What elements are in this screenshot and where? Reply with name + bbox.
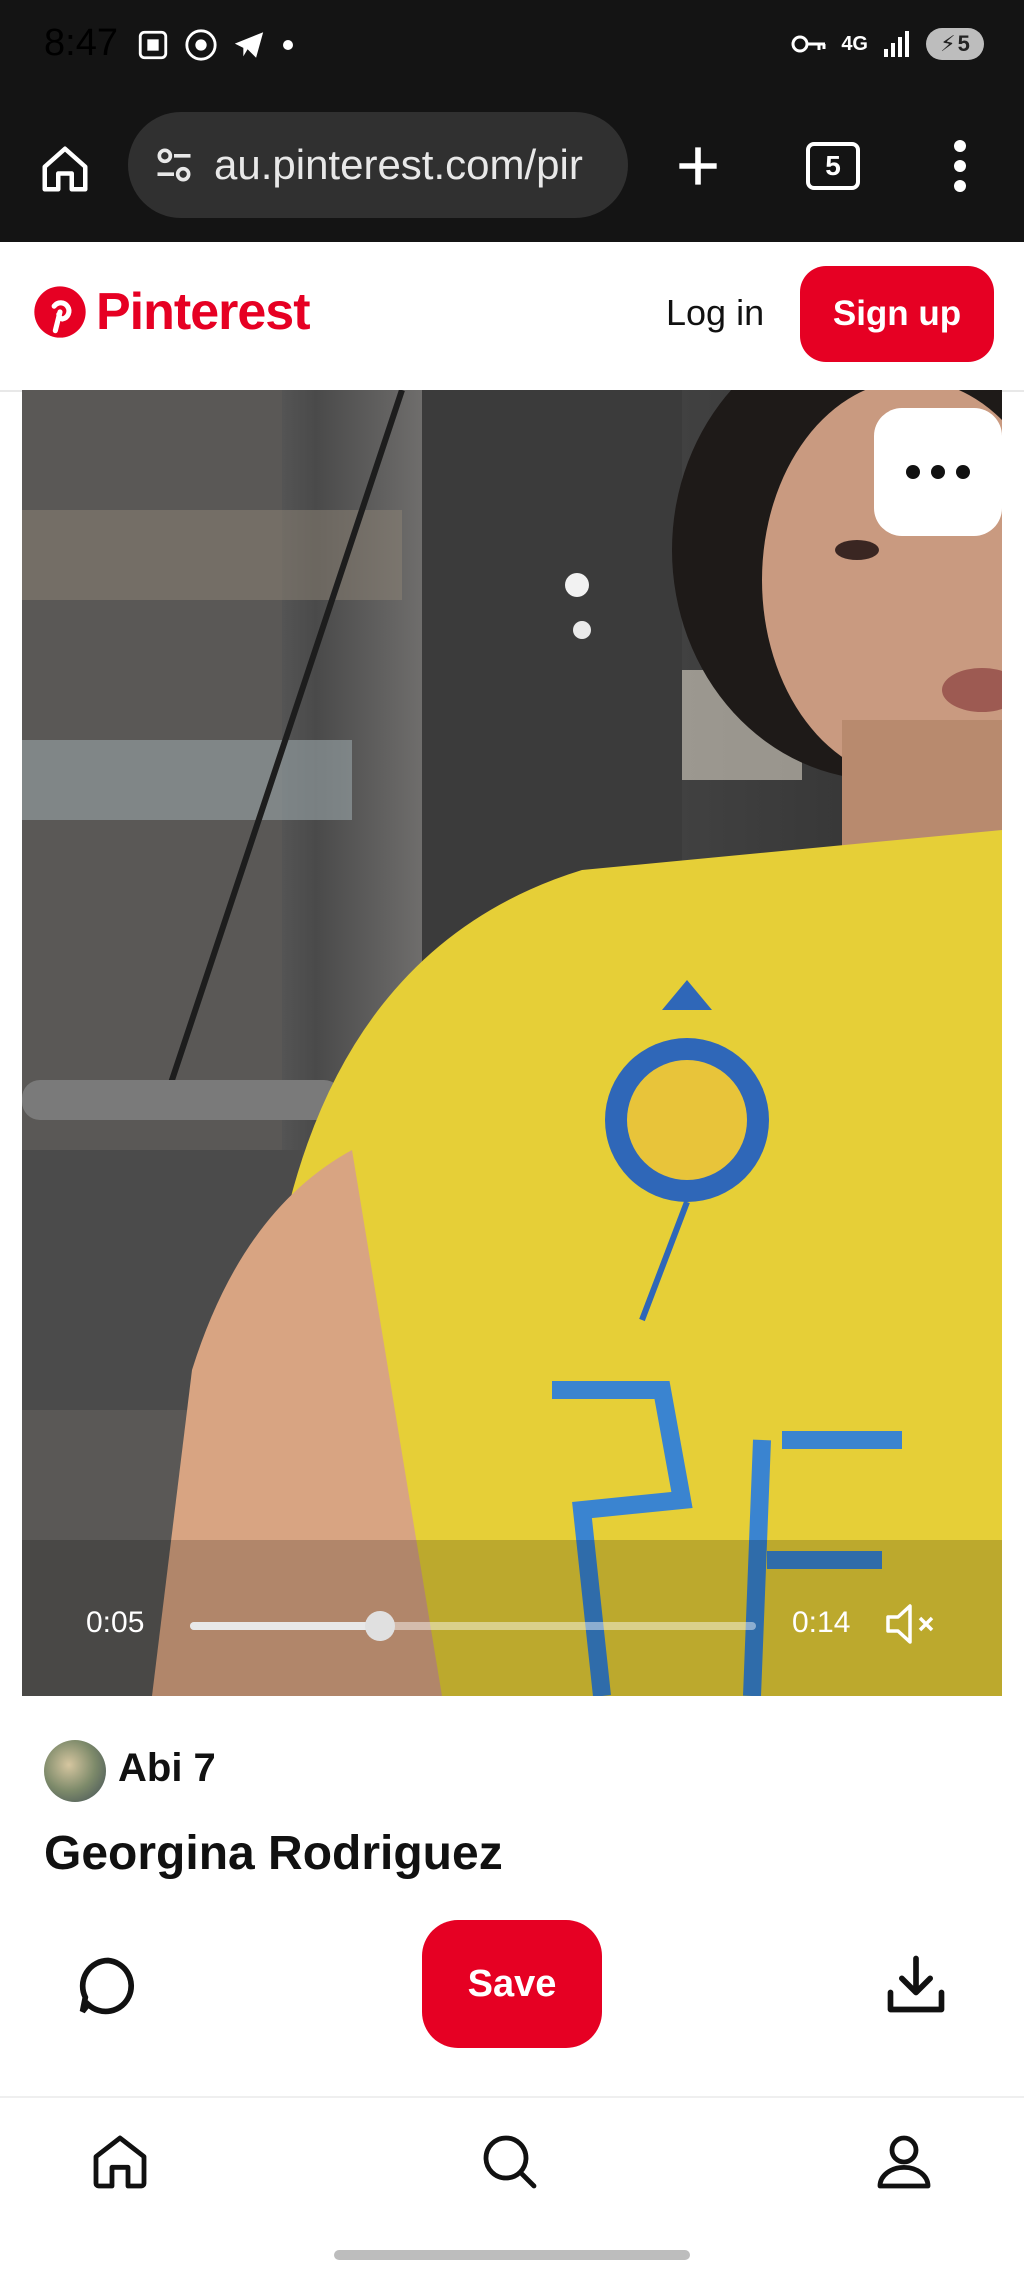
- more-horiz-icon: [903, 462, 973, 482]
- signup-label: Sign up: [832, 294, 962, 333]
- avatar[interactable]: [44, 1740, 106, 1802]
- login-link[interactable]: Log in: [666, 292, 764, 334]
- status-left-icons: [136, 28, 296, 62]
- download-icon[interactable]: [882, 1950, 950, 2018]
- url-bar[interactable]: au.pinterest.com/pir: [128, 112, 628, 218]
- nav-profile-icon[interactable]: [872, 2130, 936, 2194]
- tab-count: 5: [825, 150, 841, 181]
- screenshot-icon: [136, 28, 170, 62]
- new-tab-icon[interactable]: [670, 138, 726, 194]
- battery-bolt-icon: ⚡: [940, 31, 956, 56]
- pinterest-logo[interactable]: Pinterest: [32, 282, 311, 342]
- telegram-icon: [232, 28, 266, 62]
- pin-title: Georgina Rodriguez: [44, 1827, 503, 1880]
- comment-icon[interactable]: [74, 1952, 142, 2020]
- tab-switcher-icon[interactable]: 5: [806, 142, 860, 190]
- network-type: 4G: [841, 32, 868, 55]
- logo-text: Pinterest: [96, 283, 311, 341]
- video-total-time: 0:14: [792, 1606, 851, 1639]
- status-right-icons: 4G ⚡ 5: [791, 28, 984, 60]
- url-text: au.pinterest.com/pir: [214, 141, 583, 188]
- dot-icon: [280, 37, 296, 53]
- nav-home-icon[interactable]: [88, 2130, 152, 2194]
- save-button[interactable]: Save: [422, 1920, 602, 2048]
- mute-toggle[interactable]: [884, 1602, 942, 1646]
- nav-search-icon[interactable]: [478, 2130, 542, 2194]
- video-frame: [22, 390, 1002, 1696]
- battery-level: 5: [957, 31, 970, 56]
- gesture-home-bar[interactable]: [334, 2250, 690, 2260]
- key-icon: [791, 32, 827, 56]
- video-progress-handle[interactable]: [365, 1611, 395, 1641]
- signup-button[interactable]: Sign up: [800, 266, 994, 362]
- status-time: 8:47: [44, 22, 118, 64]
- battery-icon: ⚡ 5: [926, 28, 984, 60]
- save-label: Save: [467, 1962, 557, 2005]
- more-vert-icon[interactable]: [944, 138, 976, 194]
- more-options-button[interactable]: [874, 408, 1002, 536]
- video-progress-fill: [190, 1622, 380, 1630]
- site-settings-icon[interactable]: [152, 143, 196, 187]
- video-player[interactable]: [22, 390, 1002, 1696]
- pinterest-p-icon: [32, 284, 88, 340]
- home-icon[interactable]: [38, 142, 92, 196]
- volume-muted-icon: [884, 1602, 942, 1646]
- video-current-time: 0:05: [86, 1606, 145, 1639]
- pin-username[interactable]: Abi 7: [118, 1746, 216, 1791]
- chrome-icon: [184, 28, 218, 62]
- signal-icon: [882, 29, 912, 59]
